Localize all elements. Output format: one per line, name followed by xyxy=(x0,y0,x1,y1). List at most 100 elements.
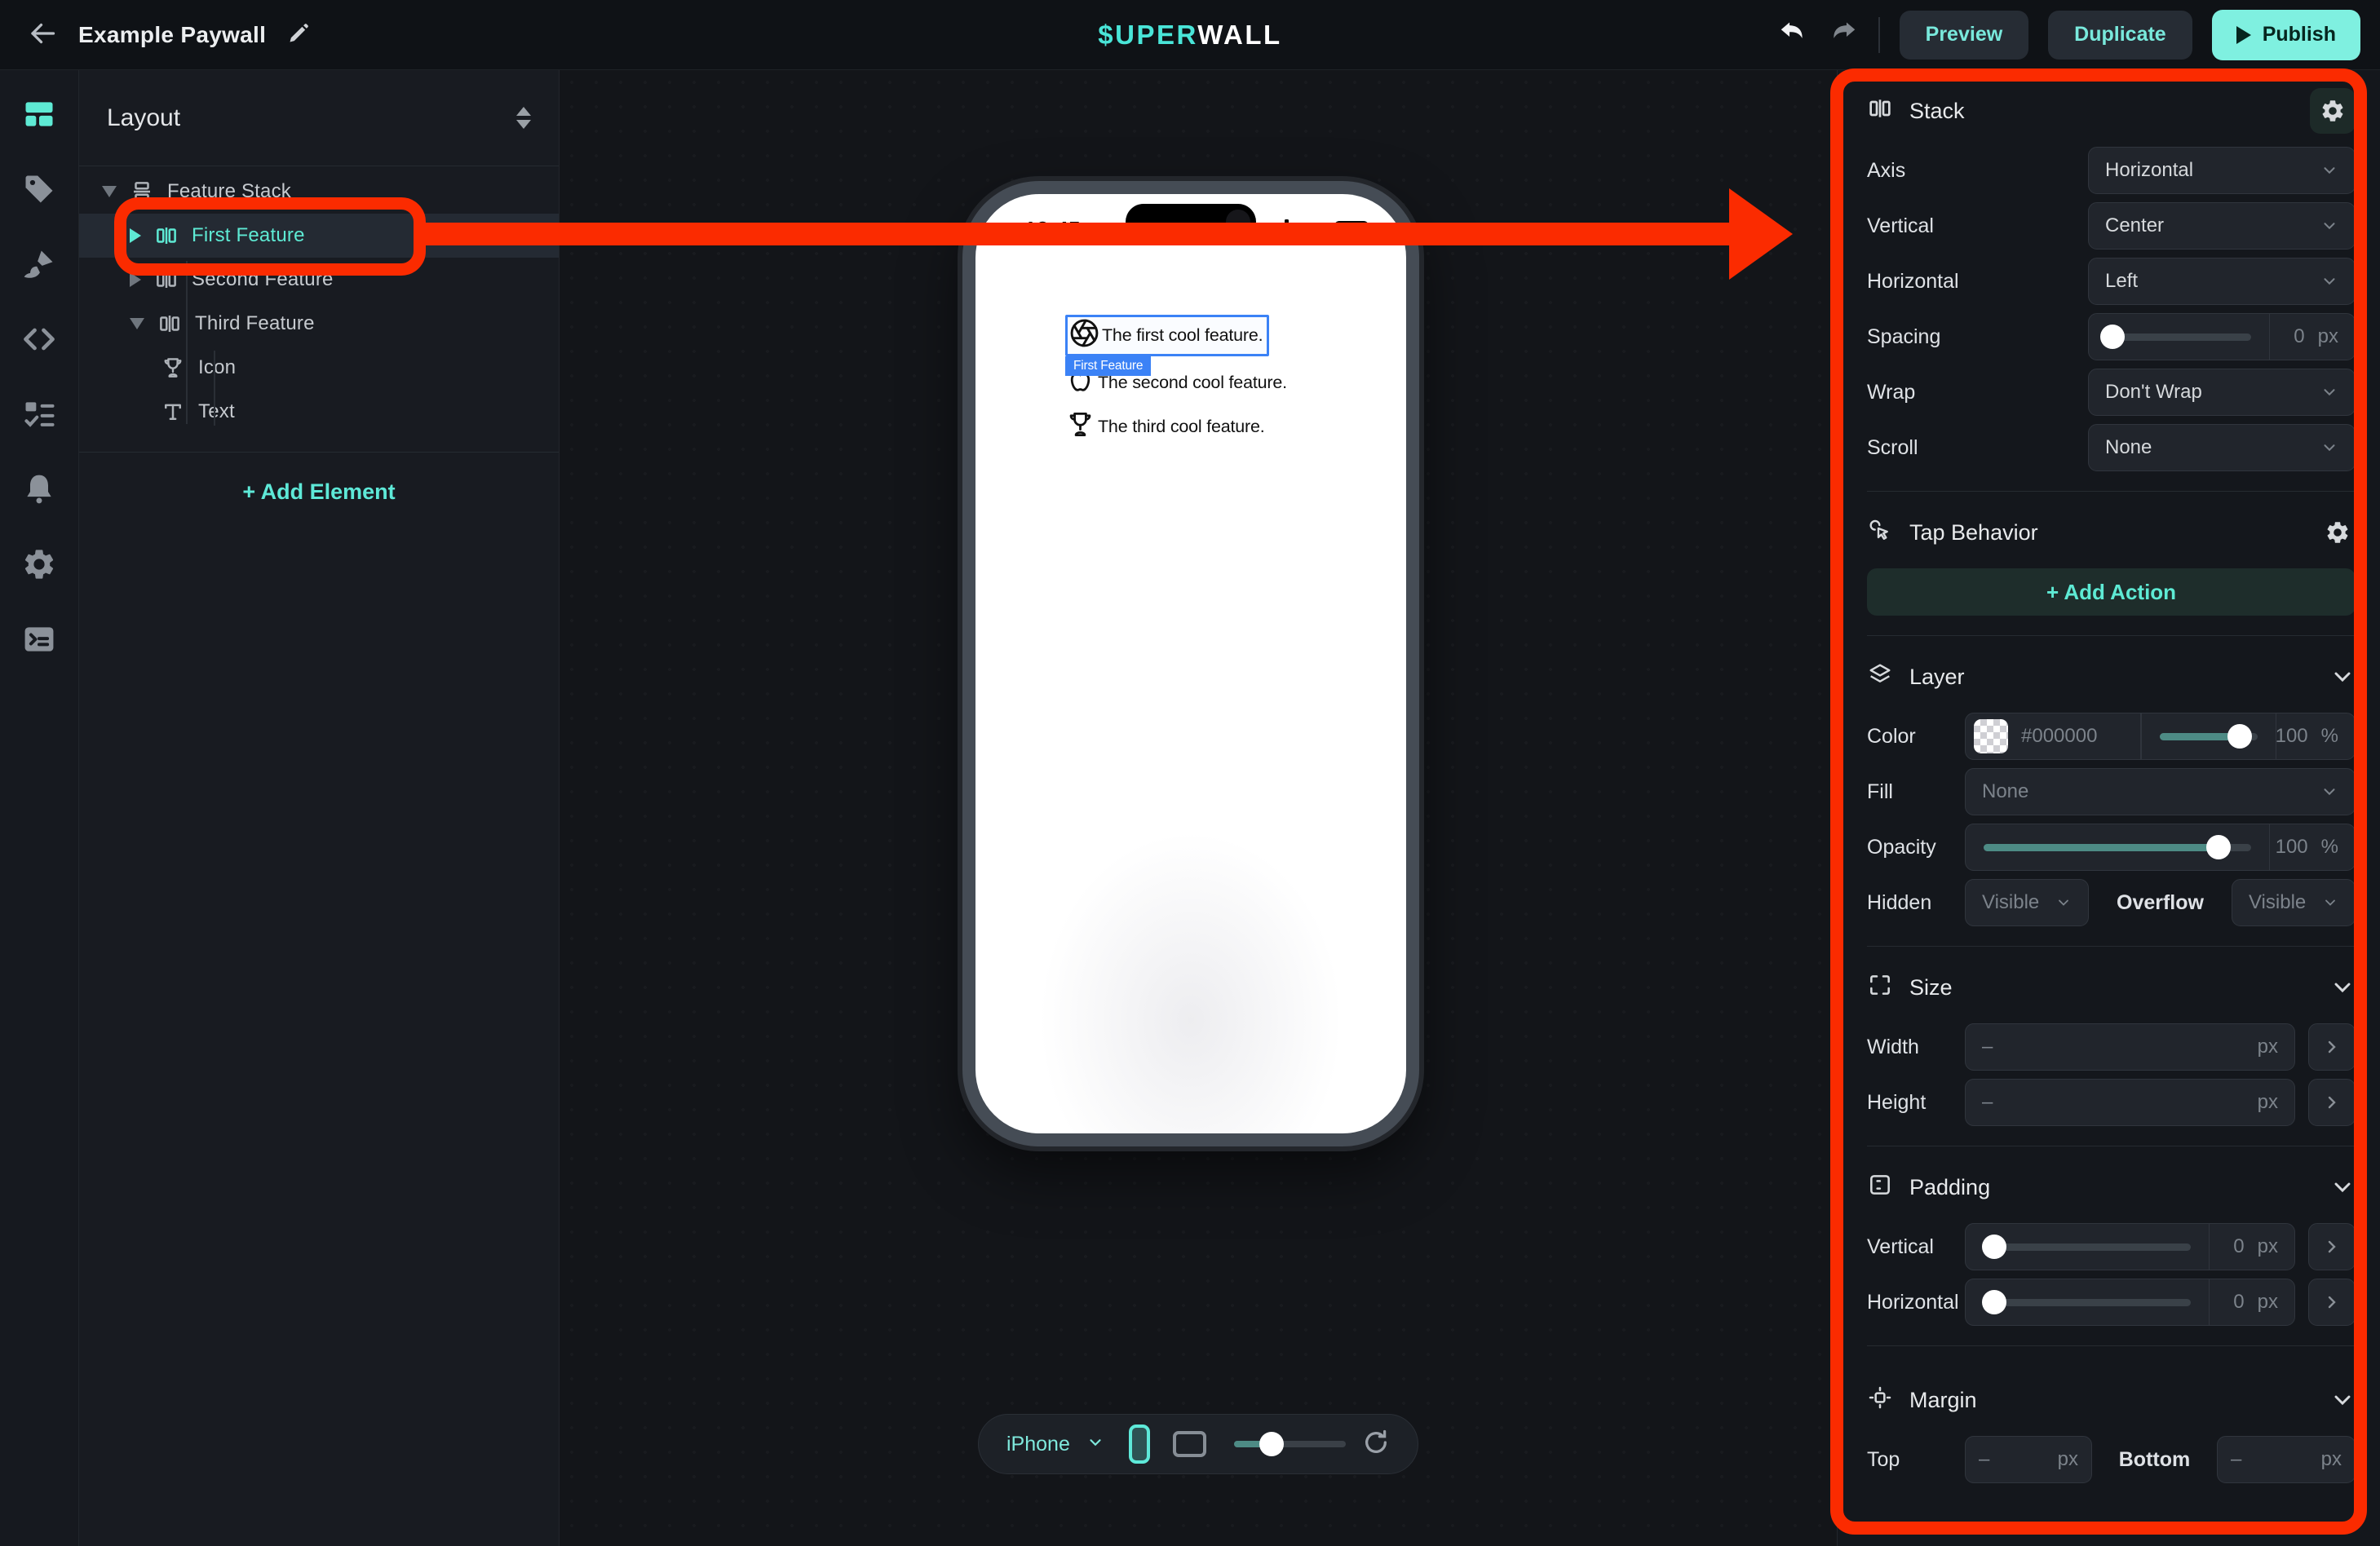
chevron-down-icon xyxy=(2320,217,2338,235)
tree-item-text[interactable]: Text xyxy=(79,390,559,434)
tree-item-second-feature[interactable]: Second Feature xyxy=(79,258,559,302)
tag-icon xyxy=(21,171,57,210)
tree-item-third-feature[interactable]: Third Feature xyxy=(79,302,559,346)
tap-settings-button[interactable] xyxy=(2320,515,2356,550)
width-expand-button[interactable] xyxy=(2308,1023,2356,1071)
margin-row: Top –px Bottom –px xyxy=(1867,1436,2356,1483)
chevron-down-icon xyxy=(2320,783,2338,801)
spacing-value[interactable]: 0 xyxy=(2294,325,2304,348)
caret-down-icon[interactable] xyxy=(130,318,144,329)
chevron-down-icon[interactable] xyxy=(1086,1433,1104,1455)
padding-horizontal-knob[interactable] xyxy=(1982,1290,2006,1314)
text-icon xyxy=(161,400,185,424)
rail-brush-button[interactable] xyxy=(11,236,68,294)
tree-item-icon[interactable]: Icon xyxy=(79,346,559,390)
color-swatch[interactable] xyxy=(1974,719,2008,753)
zoom-slider[interactable] xyxy=(1234,1441,1346,1447)
size-section-title: Size xyxy=(1909,975,1953,1000)
feature-text: The third cool feature. xyxy=(1098,417,1265,437)
publish-button[interactable]: Publish xyxy=(2212,10,2360,60)
fill-row: Fill None xyxy=(1867,768,2356,815)
wrap-dropdown[interactable]: Don't Wrap xyxy=(2088,369,2356,416)
sort-icon[interactable] xyxy=(516,107,531,129)
padding-horizontal-slider[interactable] xyxy=(1984,1299,2191,1306)
spacing-slider[interactable] xyxy=(2107,333,2251,341)
collapse-margin-icon[interactable] xyxy=(2329,1387,2356,1413)
refresh-button[interactable] xyxy=(1362,1429,1390,1460)
caret-right-icon[interactable] xyxy=(130,228,141,243)
color-alpha-value[interactable]: 100 xyxy=(2276,725,2308,748)
device-select[interactable]: iPhone xyxy=(1006,1433,1070,1456)
layout-icon xyxy=(21,96,57,135)
tree-item-first-feature[interactable]: First Feature xyxy=(79,214,559,258)
collapse-size-icon[interactable] xyxy=(2329,974,2356,1000)
scroll-dropdown[interactable]: None xyxy=(2088,424,2356,471)
collapse-padding-icon[interactable] xyxy=(2329,1174,2356,1200)
spacing-slider-knob[interactable] xyxy=(2100,325,2125,349)
height-input[interactable]: – xyxy=(1982,1091,1993,1114)
stack-vertical-icon xyxy=(154,267,179,292)
padding-vertical-value[interactable]: 0 xyxy=(2233,1235,2244,1258)
paywall-screen: 12:45 SW The first xyxy=(975,194,1406,1133)
preview-button[interactable]: Preview xyxy=(1900,11,2029,60)
padding-horizontal-expand-button[interactable] xyxy=(2308,1279,2356,1326)
horizontal-align-row: Horizontal Left xyxy=(1867,258,2356,305)
rail-bell-button[interactable] xyxy=(11,462,68,519)
status-bar: 12:45 SW xyxy=(975,194,1406,253)
layer-section-title: Layer xyxy=(1909,665,1965,690)
tree-item-feature-stack[interactable]: Feature Stack xyxy=(79,170,559,214)
color-alpha-slider[interactable] xyxy=(2160,733,2258,740)
redo-button[interactable] xyxy=(1828,18,1859,51)
feature-row-third[interactable]: The third cool feature. xyxy=(1065,409,1265,444)
opacity-slider[interactable] xyxy=(1984,844,2251,851)
opacity-slider-knob[interactable] xyxy=(2206,835,2231,859)
aperture-icon xyxy=(1069,318,1099,353)
undo-button[interactable] xyxy=(1777,18,1808,51)
margin-top-input[interactable]: – xyxy=(1979,1448,1989,1471)
margin-bottom-input[interactable]: – xyxy=(2231,1448,2241,1471)
stack-vertical-icon xyxy=(157,311,182,336)
caret-down-icon[interactable] xyxy=(102,186,117,197)
horizontal-align-dropdown[interactable]: Left xyxy=(2088,258,2356,305)
color-hex-value[interactable]: #000000 xyxy=(2021,725,2097,748)
portrait-toggle[interactable] xyxy=(1129,1425,1150,1464)
caret-right-icon[interactable] xyxy=(130,272,141,287)
add-element-button[interactable]: + Add Element xyxy=(79,453,559,531)
axis-dropdown[interactable]: Horizontal xyxy=(2088,147,2356,194)
duplicate-button[interactable]: Duplicate xyxy=(2048,11,2192,60)
layer-section: Layer Color #000000 100% Fill None xyxy=(1867,636,2356,947)
margin-section: Margin Top –px Bottom –px xyxy=(1867,1346,2356,1503)
rail-tag-button[interactable] xyxy=(11,161,68,219)
color-alpha-knob[interactable] xyxy=(2227,724,2252,749)
feature-row-first[interactable]: The first cool feature. First Feature xyxy=(1065,315,1269,356)
size-icon xyxy=(1867,972,1893,1004)
padding-section-title: Padding xyxy=(1909,1175,1990,1200)
rename-button[interactable] xyxy=(287,22,310,47)
padding-horizontal-value[interactable]: 0 xyxy=(2233,1291,2244,1314)
vertical-align-dropdown[interactable]: Center xyxy=(2088,202,2356,250)
camera-dot xyxy=(1226,210,1250,234)
rail-settings-button[interactable] xyxy=(11,537,68,594)
padding-vertical-expand-button[interactable] xyxy=(2308,1223,2356,1270)
landscape-toggle[interactable] xyxy=(1173,1431,1206,1457)
status-time: 12:45 xyxy=(1024,217,1081,242)
back-button[interactable] xyxy=(28,19,57,51)
rail-terminal-button[interactable] xyxy=(11,612,68,669)
rail-layout-button[interactable] xyxy=(11,86,68,144)
stack-icon xyxy=(1867,95,1893,127)
zoom-slider-knob[interactable] xyxy=(1259,1432,1284,1456)
padding-vertical-slider[interactable] xyxy=(1984,1243,2191,1251)
add-action-button[interactable]: + Add Action xyxy=(1867,568,2356,616)
rail-checklist-button[interactable] xyxy=(11,386,68,444)
padding-vertical-knob[interactable] xyxy=(1982,1235,2006,1259)
stack-settings-button[interactable] xyxy=(2310,88,2356,134)
rail-code-button[interactable] xyxy=(11,311,68,369)
fill-dropdown[interactable]: None xyxy=(1965,768,2356,815)
overflow-dropdown[interactable]: Visible xyxy=(2232,879,2356,926)
height-expand-button[interactable] xyxy=(2308,1079,2356,1126)
hidden-dropdown[interactable]: Visible xyxy=(1965,879,2089,926)
tap-cursor-icon xyxy=(1867,517,1893,549)
opacity-value[interactable]: 100 xyxy=(2276,836,2308,859)
collapse-layer-icon[interactable] xyxy=(2329,664,2356,690)
width-input[interactable]: – xyxy=(1982,1036,1993,1058)
